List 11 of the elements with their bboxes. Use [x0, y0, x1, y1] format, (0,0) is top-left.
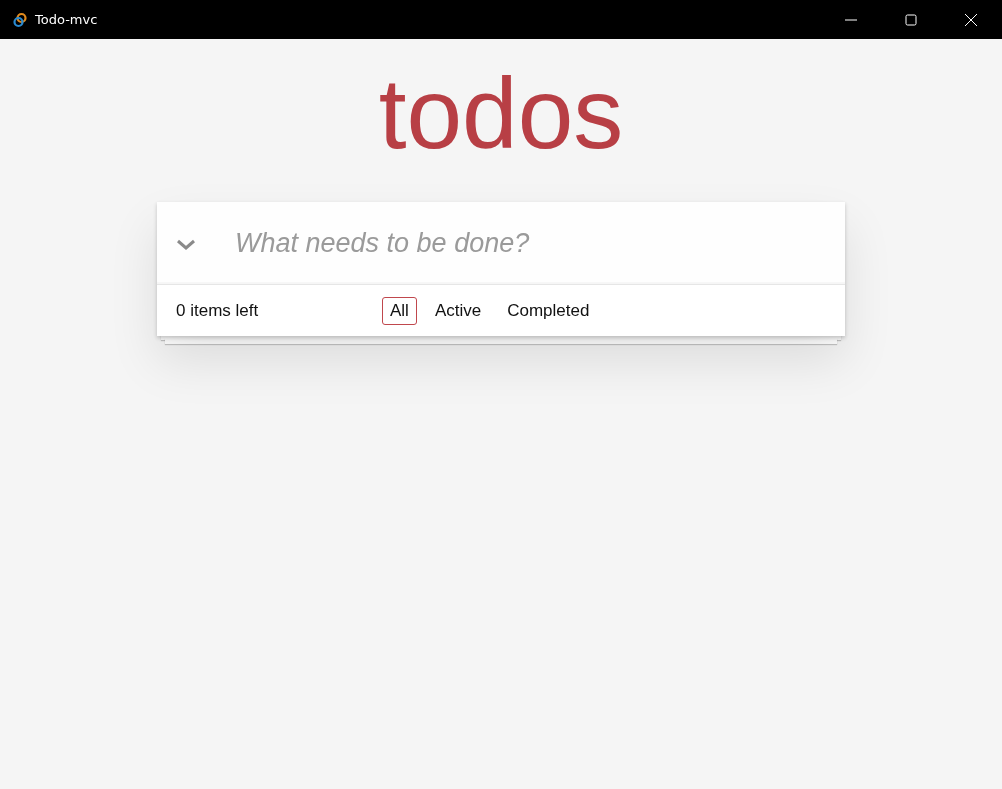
maximize-icon[interactable]	[905, 13, 917, 26]
app-heading: todos	[378, 56, 624, 171]
app-icon	[12, 11, 28, 28]
filter-link[interactable]: Active	[426, 296, 490, 325]
window-title: Todo-mvc	[35, 12, 98, 27]
filter-link[interactable]: All	[382, 296, 417, 325]
new-todo-field[interactable]: What needs to be done?	[233, 226, 797, 260]
toggle-all-icon[interactable]	[176, 239, 196, 251]
items-left-count: 0 items left	[176, 300, 260, 321]
filter-link[interactable]: Completed	[499, 296, 598, 325]
close-icon[interactable]	[965, 13, 977, 26]
